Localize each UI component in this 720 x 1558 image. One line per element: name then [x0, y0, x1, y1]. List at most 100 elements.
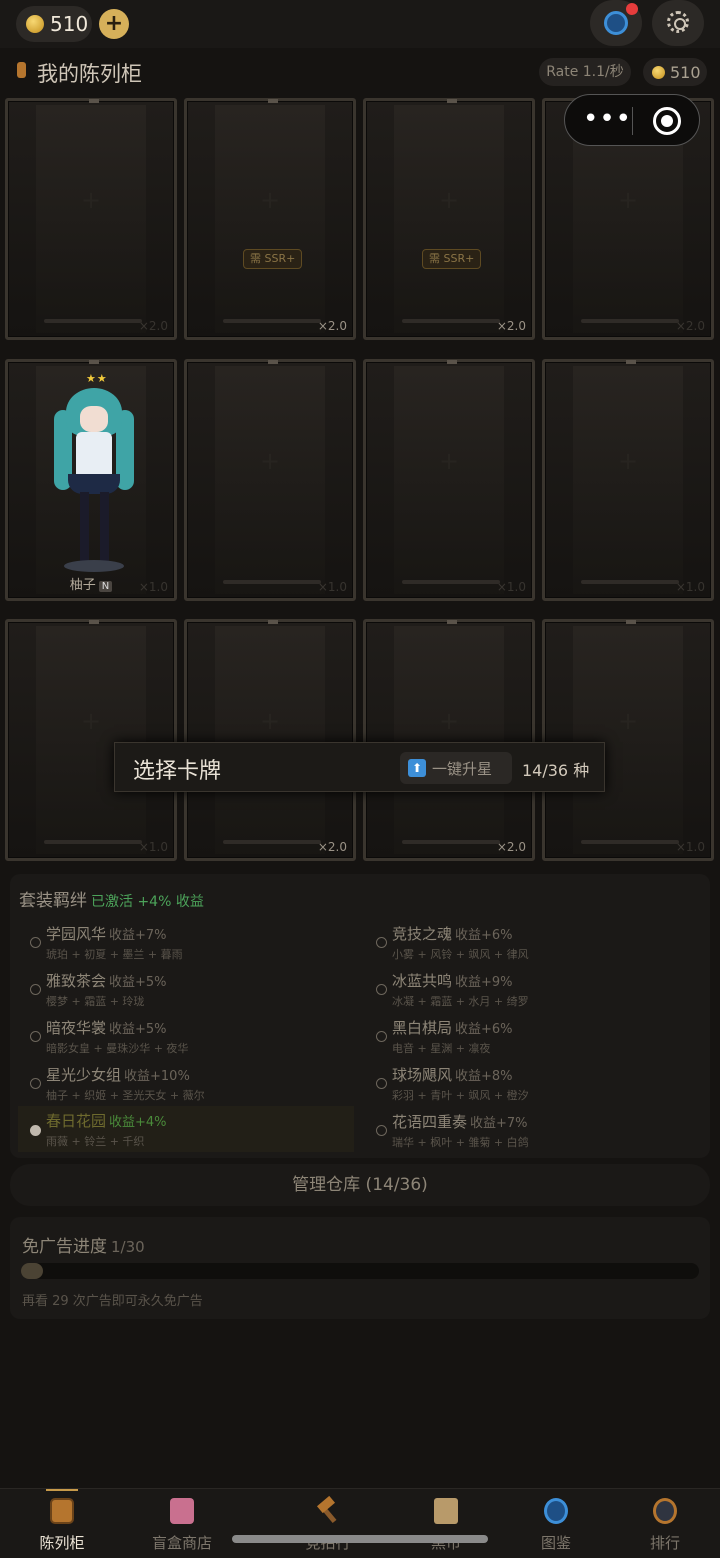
- gear-icon: [667, 11, 689, 33]
- slot-progress: [223, 319, 321, 323]
- slot-hook: [268, 620, 278, 624]
- requirement-badge: 需 SSR+: [422, 249, 482, 269]
- slot-progress: [581, 319, 679, 323]
- set-item[interactable]: 雅致茶会 收益+5% 樱梦 + 霜蓝 + 玲珑: [23, 969, 359, 1011]
- tab-collection[interactable]: 图鉴: [496, 1489, 616, 1558]
- manage-storage-button[interactable]: 管理仓库 (14/36): [10, 1164, 710, 1206]
- set-item[interactable]: 球场飓风 收益+8% 彩羽 + 青叶 + 飒风 + 橙汐: [369, 1063, 705, 1105]
- add-card-icon: +: [438, 186, 460, 214]
- slot-hook: [626, 620, 636, 624]
- shelf-slot[interactable]: + ×2.0: [5, 98, 177, 340]
- slot-multiplier: ×2.0: [496, 319, 526, 333]
- tab-blindbox-shop[interactable]: 盲盒商店: [122, 1489, 242, 1558]
- add-card-icon: +: [617, 707, 639, 735]
- globe-icon: [544, 1498, 568, 1524]
- slot-hook: [626, 360, 636, 364]
- shelf-slot[interactable]: + ×1.0: [542, 359, 714, 601]
- set-item[interactable]: 黑白棋局 收益+6% 电音 + 星渊 + 凛夜: [369, 1016, 705, 1058]
- shelf-slot[interactable]: + 需 SSR+ ×2.0: [184, 98, 356, 340]
- set-bonus: 收益+7%: [470, 1116, 528, 1131]
- character-figure: ★★: [46, 370, 142, 590]
- set-name: 春日花园: [46, 1112, 107, 1130]
- gold-badge: 510: [643, 58, 707, 86]
- set-item[interactable]: 竞技之魂 收益+6% 小雾 + 风铃 + 飒风 + 律风: [369, 922, 705, 964]
- settings-button[interactable]: [652, 0, 704, 46]
- card-type-count: 14/36 种: [522, 761, 590, 780]
- slot-hook: [447, 99, 457, 103]
- slot-hook: [89, 360, 99, 364]
- rate-badge: Rate 1.1/秒: [539, 58, 631, 86]
- set-members: 冰凝 + 霜蓝 + 水月 + 绮罗: [392, 995, 529, 1008]
- more-dots-icon[interactable]: •••: [583, 105, 632, 133]
- shelf-slot[interactable]: + ×1.0: [184, 359, 356, 601]
- lantern-icon: [50, 1498, 74, 1524]
- tab-cabinet[interactable]: 陈列柜: [2, 1489, 122, 1558]
- shelf-slot[interactable]: + ×2.0: [184, 619, 356, 861]
- set-item[interactable]: 星光少女组 收益+10% 柚子 + 织姬 + 圣光天女 + 薇尔: [23, 1063, 359, 1105]
- set-bonus: 收益+6%: [455, 1022, 513, 1037]
- shelf-slot-occupied[interactable]: ★★ 柚子 N ×1.0: [5, 359, 177, 601]
- shelf-slot[interactable]: + ×1.0: [5, 619, 177, 861]
- set-status-dot: [30, 984, 41, 995]
- miniprogram-capsule: •••: [564, 94, 700, 146]
- globe-icon: [604, 11, 628, 35]
- add-card-icon: +: [80, 707, 102, 735]
- ad-free-title: 免广告进度: [22, 1237, 107, 1257]
- set-status-dot: [30, 1078, 41, 1089]
- shelf-slot[interactable]: + 需 SSR+ ×2.0: [363, 98, 535, 340]
- slot-multiplier: ×1.0: [675, 580, 705, 594]
- coin-icon: [652, 65, 665, 79]
- slot-progress: [402, 840, 500, 844]
- set-status-dot: [30, 1031, 41, 1042]
- add-card-icon: +: [617, 186, 639, 214]
- add-card-icon: +: [259, 447, 281, 475]
- set-item[interactable]: 学园风华 收益+7% 琥珀 + 初夏 + 墨兰 + 暮雨: [23, 922, 359, 964]
- tab-black-market[interactable]: 黑市: [386, 1489, 506, 1558]
- set-status-dot: [30, 1125, 41, 1136]
- set-members: 瑞华 + 枫叶 + 雏菊 + 白鸽: [392, 1136, 529, 1149]
- magnifier-icon: [653, 1498, 677, 1524]
- slot-hook: [89, 620, 99, 624]
- shelf-slot[interactable]: + ×1.0: [363, 359, 535, 601]
- set-item[interactable]: 暗夜华裳 收益+5% 暗影女皇 + 曼珠沙华 + 夜华: [23, 1016, 359, 1058]
- shelf-slot[interactable]: + ×1.0: [542, 619, 714, 861]
- capsule-divider: [632, 107, 633, 135]
- add-card-icon: +: [259, 707, 281, 735]
- add-card-icon: +: [438, 707, 460, 735]
- set-item[interactable]: 冰蓝共鸣 收益+9% 冰凝 + 霜蓝 + 水月 + 绮罗: [369, 969, 705, 1011]
- rarity-badge: N: [98, 581, 113, 592]
- slot-multiplier: ×1.0: [317, 580, 347, 594]
- slot-progress: [44, 840, 142, 844]
- target-circle-icon[interactable]: [653, 107, 681, 135]
- tab-auction[interactable]: 竞拍行: [268, 1489, 388, 1558]
- tab-label: 盲盒商店: [151, 1534, 212, 1552]
- set-members: 彩羽 + 青叶 + 飒风 + 橙汐: [392, 1089, 529, 1102]
- slot-hook: [447, 360, 457, 364]
- one-click-upgrade-button[interactable]: ⬆ 一键升星: [400, 752, 512, 784]
- shelf-slot[interactable]: + ×2.0: [363, 619, 535, 861]
- gold-value: 510: [670, 62, 701, 82]
- slot-multiplier: ×1.0: [138, 840, 168, 854]
- set-status-dot: [376, 1125, 387, 1136]
- set-bonus: 收益+7%: [109, 928, 167, 943]
- arrow-up-icon: ⬆: [408, 759, 426, 777]
- slot-multiplier: ×2.0: [317, 840, 347, 854]
- add-coins-button[interactable]: +: [99, 9, 129, 39]
- add-card-icon: +: [438, 447, 460, 475]
- lantern-icon: [17, 62, 26, 78]
- set-item-active[interactable]: 春日花园 收益+4% 雨薇 + 铃兰 + 千织: [18, 1106, 354, 1152]
- scroll-icon: [434, 1498, 458, 1524]
- tab-label: 陈列柜: [39, 1534, 85, 1552]
- slot-progress: [44, 319, 142, 323]
- set-item[interactable]: 花语四重奏 收益+7% 瑞华 + 枫叶 + 雏菊 + 白鸽: [369, 1110, 705, 1152]
- ad-free-title-row: 免广告进度 1/30: [22, 1232, 145, 1257]
- set-bonus: 收益+10%: [124, 1069, 190, 1084]
- set-members: 樱梦 + 霜蓝 + 玲珑: [46, 995, 145, 1008]
- character-name-text: 柚子: [69, 578, 96, 593]
- tab-ranking[interactable]: 排行: [605, 1489, 720, 1558]
- slot-progress: [223, 580, 321, 584]
- set-name: 竞技之魂: [392, 925, 453, 943]
- globe-button[interactable]: [590, 0, 642, 46]
- top-bar: 510 +: [0, 0, 720, 48]
- slot-multiplier: ×1.0: [138, 580, 168, 594]
